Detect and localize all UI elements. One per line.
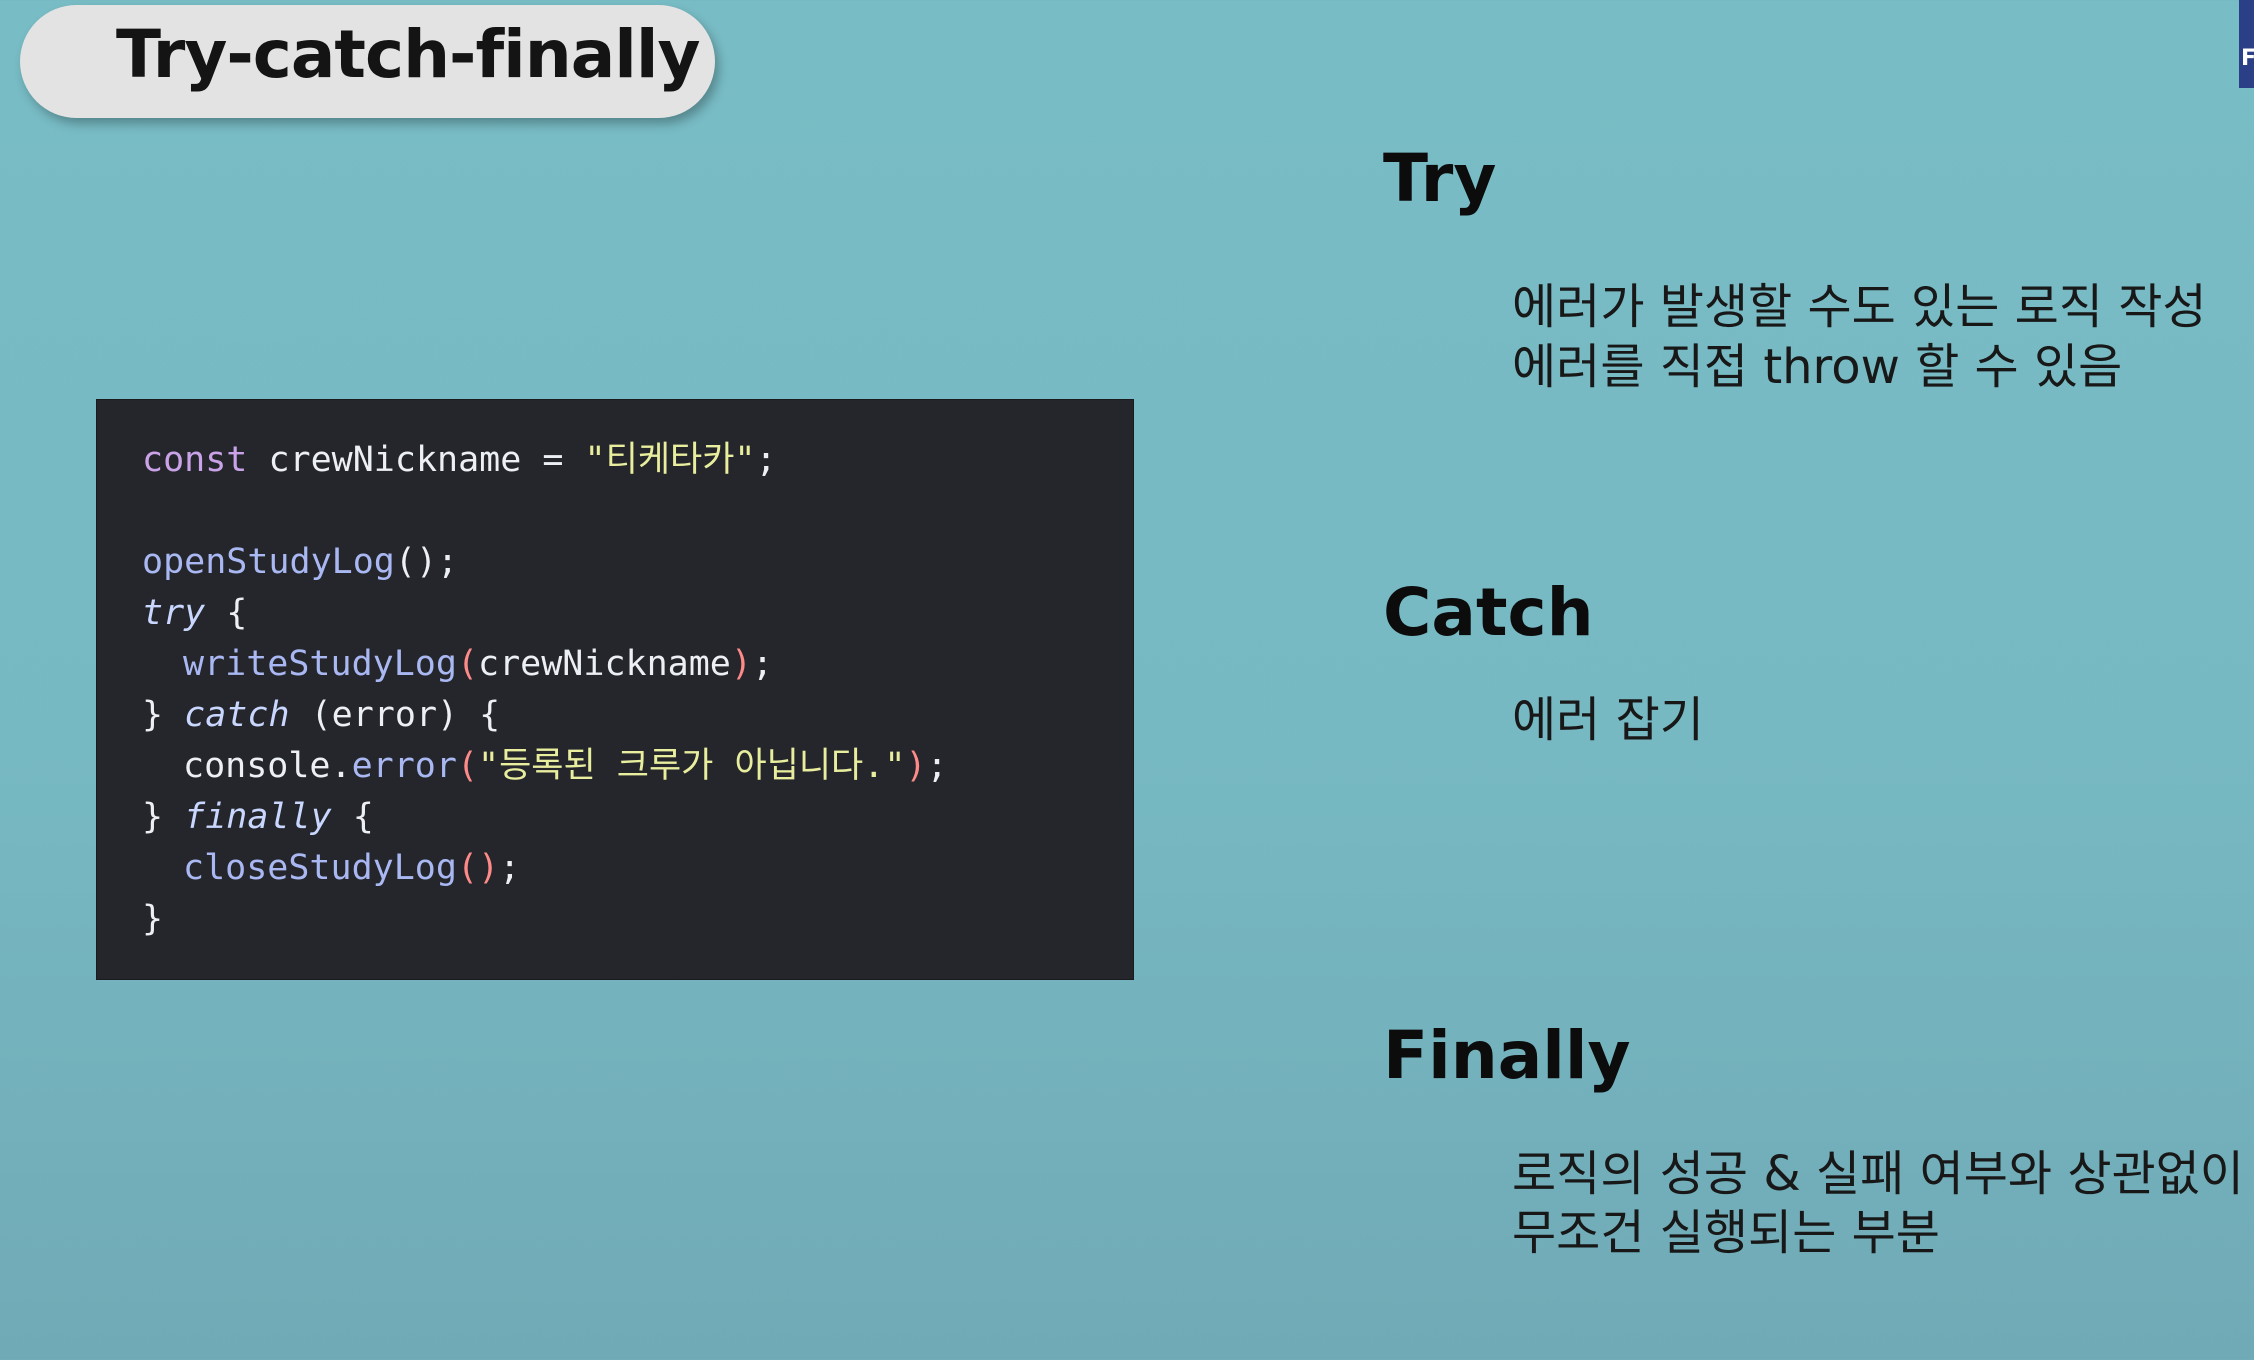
code-dot: . [330, 746, 352, 786]
code-brace: } [142, 797, 164, 837]
code-brace: } [142, 695, 164, 735]
slide-title: Try-catch-finally [116, 16, 701, 93]
code-line-9: } [142, 902, 163, 937]
heading-try: Try [1383, 140, 1497, 217]
catch-description-line-1: 에러 잡기 [1512, 692, 1704, 748]
heading-catch: Catch [1383, 574, 1594, 651]
code-function: openStudyLog [142, 542, 395, 582]
code-line-3: try { [142, 596, 247, 631]
code-string: "등록된 크루가 아닙니다." [478, 746, 906, 786]
code-paren: ) [730, 644, 752, 684]
code-paren: ( [456, 644, 479, 684]
finally-description-line-2: 무조건 실행되는 부분 [1512, 1205, 1940, 1261]
code-identifier: crewNickname [268, 440, 522, 480]
try-description-line-1: 에러가 발생할 수도 있는 로직 작성 [1512, 279, 2207, 335]
code-operator: = [542, 440, 564, 480]
code-brace: } [142, 899, 164, 939]
code-params: (error) { [310, 695, 501, 735]
code-brace: { [352, 797, 374, 837]
code-string: "티케타카" [584, 440, 756, 480]
code-semicolon: ; [755, 440, 777, 480]
code-line-7: } finally { [142, 800, 374, 835]
code-function: writeStudyLog [183, 644, 457, 684]
code-keyword-finally: finally [184, 797, 332, 837]
code-argument: crewNickname [478, 644, 731, 684]
code-keyword-try: try [142, 593, 206, 633]
code-paren: () [456, 848, 500, 888]
heading-finally: Finally [1383, 1017, 1631, 1094]
code-block: const crewNickname = "티케타카"; openStudyLo… [96, 399, 1134, 980]
code-brace: { [226, 593, 248, 633]
code-semicolon: ; [751, 644, 774, 684]
code-line-1: const crewNickname = "티케타카"; [142, 443, 777, 478]
code-keyword-catch: catch [184, 695, 290, 735]
code-method: error [351, 746, 457, 786]
code-semicolon: ; [926, 746, 948, 786]
code-call: (); [394, 542, 459, 582]
try-description-line-2: 에러를 직접 throw 할 수 있음 [1512, 339, 2123, 395]
finally-description-line-1: 로직의 성공 & 실패 여부와 상관없이 [1512, 1146, 2244, 1202]
code-semicolon: ; [499, 848, 521, 888]
code-paren: ( [456, 746, 479, 786]
code-line-6: console.error("등록된 크루가 아닙니다."); [183, 749, 948, 784]
code-line-4: writeStudyLog(crewNickname); [183, 647, 773, 682]
corner-tab-label: F [2241, 46, 2254, 71]
code-keyword-const: const [142, 440, 248, 480]
code-line-2: openStudyLog(); [142, 545, 458, 580]
code-line-8: closeStudyLog(); [183, 851, 520, 886]
code-object: console [183, 746, 331, 786]
code-function: closeStudyLog [183, 848, 457, 888]
code-paren: ) [905, 746, 927, 786]
code-line-5: } catch (error) { [142, 698, 500, 733]
corner-tab [2239, 0, 2254, 88]
